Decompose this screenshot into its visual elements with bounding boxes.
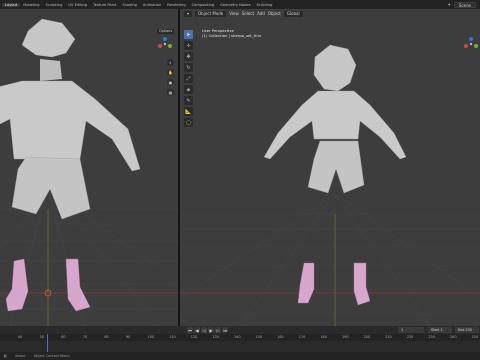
playhead[interactable]	[47, 334, 48, 352]
timeline-editor[interactable]: ⏮ ◀ ◁ ▶ ▷ ⏭ 1 Start 1 End 250 40 50 60 70 80…	[0, 326, 480, 352]
camera-icon[interactable]: ▣	[167, 79, 174, 86]
tab-sculpting[interactable]: Sculpting	[43, 3, 66, 7]
ruler-tick: 80	[104, 335, 109, 339]
jump-start-icon[interactable]: ⏮	[187, 327, 193, 333]
right-viewport-scene	[180, 44, 480, 326]
current-frame-field[interactable]: 1	[398, 327, 424, 333]
ruler-tick: 150	[255, 335, 263, 339]
move-icon[interactable]: ✥	[184, 52, 193, 61]
scene-selector: ✦ Scene	[447, 1, 480, 8]
pan-hand-icon[interactable]: ✋	[167, 69, 174, 76]
scene-name-field[interactable]: Scene	[453, 1, 476, 8]
status-context-label: Object Context Menu	[33, 354, 70, 358]
ruler-tick: 230	[428, 335, 435, 339]
ruler-tick: 90	[126, 335, 131, 339]
ruler-tick: 180	[320, 335, 327, 339]
tab-geometry-nodes[interactable]: Geometry Nodes	[217, 3, 253, 7]
frame-ruler[interactable]: 40 50 60 70 80 90 100 110 120 130 140 150 160 170 180 1…	[0, 334, 480, 341]
status-select-label: Select	[15, 354, 26, 358]
ruler-tick: 100	[147, 335, 155, 339]
ruler-tick: 190	[342, 335, 349, 339]
measure-icon[interactable]: 📐	[184, 107, 193, 116]
ruler-tick: 220	[406, 335, 414, 339]
end-value: 250	[465, 328, 473, 332]
options-dropdown[interactable]: Options	[157, 29, 175, 34]
ruler-tick: 120	[190, 335, 198, 339]
select-cursor-icon[interactable]: ➤	[184, 30, 193, 39]
play-reverse-icon[interactable]: ◁	[201, 327, 207, 333]
ruler-tick: 170	[298, 335, 306, 339]
next-keyframe-icon[interactable]: ▷	[215, 327, 221, 333]
ruler-tick: 60	[61, 335, 66, 339]
end-label: End	[458, 328, 465, 332]
ruler-tick: 250	[471, 335, 479, 339]
ruler-tick: 130	[212, 335, 219, 339]
ruler-tick: 160	[277, 335, 284, 339]
zoom-icon[interactable]: ⌕	[167, 59, 174, 66]
playback-controls: ⏮ ◀ ◁ ▶ ▷ ⏭	[187, 327, 228, 333]
ruler-tick: 200	[363, 335, 371, 339]
prev-keyframe-icon[interactable]: ◀	[194, 327, 200, 333]
top-menu-bar: Layout Modeling Sculpting UV Editing Tex…	[0, 0, 480, 9]
ruler-tick: 110	[169, 335, 176, 339]
ruler-tick: 240	[450, 335, 457, 339]
scene-icon[interactable]: ✦	[447, 2, 450, 7]
add-cube-icon[interactable]: ▢	[184, 118, 193, 127]
navigation-gizmo-right[interactable]	[462, 35, 480, 53]
status-mouse-left-icon: ◧	[4, 354, 8, 358]
jump-end-icon[interactable]: ⏭	[222, 327, 228, 333]
rotate-icon[interactable]: ↻	[184, 63, 193, 72]
tab-scripting[interactable]: Scripting	[253, 3, 275, 7]
active-collection-label: (1) Collection | sherpa_set_thin	[202, 33, 262, 38]
tool-shelf: ➤ ✛ ✥ ↻ ⤢ ◈ ✎ 📐 ▢	[184, 30, 194, 127]
left-viewport-scene	[0, 18, 178, 326]
view-nav-buttons: ⌕ ✋ ▣ ▦	[167, 59, 174, 96]
annotate-icon[interactable]: ✎	[184, 96, 193, 105]
navigation-gizmo[interactable]	[156, 35, 174, 53]
tab-layout[interactable]: Layout	[2, 2, 21, 7]
start-label: Start	[431, 328, 440, 332]
tab-shading[interactable]: Shading	[119, 3, 140, 7]
ruler-tick: 140	[234, 335, 241, 339]
tab-animation[interactable]: Animation	[140, 3, 164, 7]
start-frame-field[interactable]: Start 1	[428, 327, 452, 333]
status-bar: ◧ Select Object Context Menu	[0, 352, 480, 360]
tab-rendering[interactable]: Rendering	[164, 3, 188, 7]
tab-modeling[interactable]: Modeling	[20, 3, 42, 7]
right-3d-viewport[interactable]: ▾ Object Mode View Select Add Object Glo…	[180, 9, 480, 326]
tab-uv-editing[interactable]: UV Editing	[65, 3, 90, 7]
scale-icon[interactable]: ⤢	[184, 74, 193, 83]
left-3d-viewport[interactable]: ⌕ ✋ ▣ ▦ Options	[0, 9, 178, 326]
transform-icon[interactable]: ◈	[184, 85, 193, 94]
timeline-controls: ⏮ ◀ ◁ ▶ ▷ ⏭ 1 Start 1 End 250	[0, 326, 480, 334]
cursor-icon[interactable]: ✛	[184, 41, 193, 50]
ruler-tick: 40	[18, 335, 23, 339]
tab-compositing[interactable]: Compositing	[189, 3, 218, 7]
tab-texture-paint[interactable]: Texture Paint	[90, 3, 119, 7]
grid-icon[interactable]: ▦	[167, 89, 174, 96]
viewport-info-overlay: User Perspective (1) Collection | sherpa…	[202, 28, 261, 38]
ruler-tick: 210	[385, 335, 392, 339]
start-value: 1	[440, 328, 443, 332]
ruler-tick: 50	[39, 335, 44, 339]
play-icon[interactable]: ▶	[208, 327, 214, 333]
ruler-tick: 70	[82, 335, 88, 339]
end-frame-field[interactable]: End 250	[455, 327, 479, 333]
